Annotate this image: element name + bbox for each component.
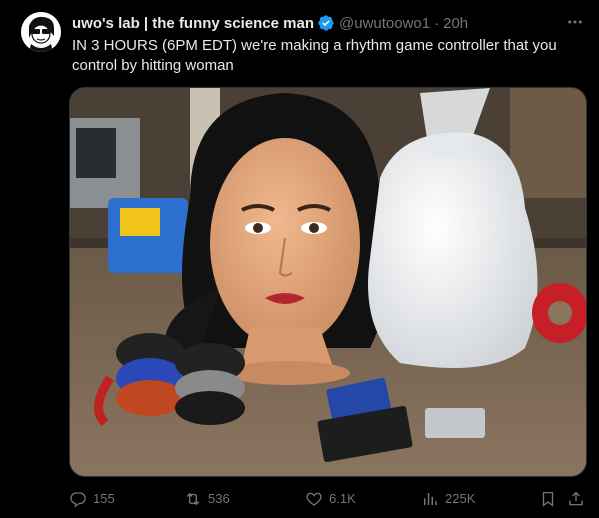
display-name[interactable]: uwo's lab | the funny science man bbox=[72, 15, 314, 32]
action-bar: 155 536 6.1K 225K bbox=[69, 488, 587, 510]
more-icon[interactable] bbox=[565, 12, 585, 32]
avatar[interactable] bbox=[21, 12, 61, 52]
bookmark-icon bbox=[542, 491, 554, 507]
verified-badge-icon[interactable] bbox=[317, 14, 335, 32]
like-button[interactable]: 6.1K bbox=[305, 488, 356, 510]
separator-dot: · bbox=[434, 14, 440, 32]
timestamp[interactable]: 20h bbox=[443, 15, 468, 32]
photo-illustration bbox=[70, 88, 586, 476]
tweet-photo[interactable] bbox=[69, 87, 587, 477]
views-count: 225K bbox=[445, 491, 476, 506]
heart-icon bbox=[306, 492, 322, 506]
reply-icon bbox=[70, 492, 86, 508]
tweet-text: IN 3 HOURS (6PM EDT) we're making a rhyt… bbox=[72, 37, 557, 74]
repost-count: 536 bbox=[208, 491, 230, 506]
reply-button[interactable]: 155 bbox=[69, 488, 115, 510]
share-button[interactable] bbox=[567, 488, 591, 510]
like-count: 6.1K bbox=[329, 491, 356, 506]
repost-button[interactable]: 536 bbox=[184, 488, 230, 510]
views-button[interactable]: 225K bbox=[421, 488, 475, 510]
views-icon bbox=[424, 493, 437, 505]
reply-count: 155 bbox=[93, 491, 115, 506]
avatar-image bbox=[21, 12, 61, 52]
handle[interactable]: @uwutoowo1 bbox=[339, 15, 430, 32]
tweet[interactable]: uwo's lab | the funny science man @uwuto… bbox=[0, 0, 599, 518]
repost-icon bbox=[186, 492, 200, 506]
tweet-header: uwo's lab | the funny science man @uwuto… bbox=[72, 13, 589, 33]
share-icon bbox=[569, 491, 583, 506]
bookmark-button[interactable] bbox=[539, 488, 563, 510]
